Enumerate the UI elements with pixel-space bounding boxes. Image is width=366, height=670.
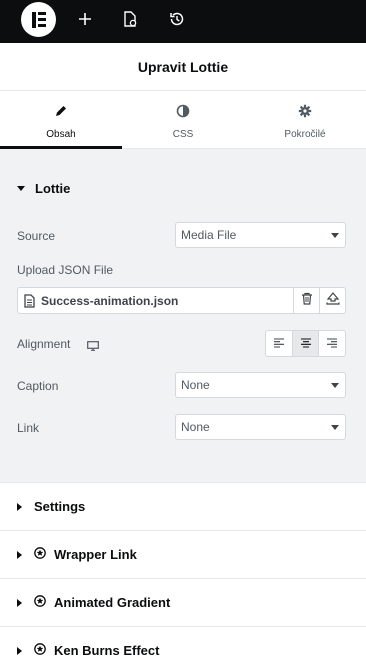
upload-icon <box>325 291 340 310</box>
tab-advanced[interactable]: Pokročilé <box>244 91 366 148</box>
tab-label: CSS <box>172 129 194 140</box>
wrapper-link-section[interactable]: Wrapper Link <box>0 530 366 578</box>
tab-label: Pokročilé <box>284 129 326 140</box>
delete-file-button[interactable] <box>293 288 319 313</box>
caret-right-icon <box>17 550 22 559</box>
lottie-section-toggle[interactable]: Lottie <box>17 181 70 196</box>
pencil-icon <box>54 104 68 123</box>
settings-section[interactable]: Settings <box>0 482 366 530</box>
section-title: Lottie <box>35 181 71 196</box>
caret-right-icon <box>17 598 22 607</box>
caption-label: Caption <box>17 379 59 393</box>
panel-header: Upravit Lottie <box>0 43 366 91</box>
animated-gradient-section[interactable]: Animated Gradient <box>0 578 366 626</box>
align-center-icon <box>300 335 312 353</box>
tab-css[interactable]: CSS <box>122 91 244 148</box>
pro-badge-icon <box>34 547 46 562</box>
desktop-icon[interactable] <box>87 338 99 356</box>
alignment-label: Alignment <box>17 337 71 351</box>
gear-icon <box>298 104 312 123</box>
align-left-button[interactable] <box>266 331 292 356</box>
elementor-logo-icon[interactable] <box>21 2 56 37</box>
align-center-button[interactable] <box>291 331 319 356</box>
section-title: Wrapper Link <box>54 547 137 562</box>
align-right-icon <box>326 335 338 353</box>
pro-badge-icon <box>34 595 46 610</box>
file-icon <box>24 294 35 313</box>
caret-down-icon <box>17 186 25 191</box>
page-settings-icon[interactable] <box>118 8 142 30</box>
alignment-control <box>265 330 346 357</box>
caption-select-value: None <box>181 378 210 392</box>
caption-select[interactable]: None <box>175 372 346 398</box>
file-name: Success-animation.json <box>41 294 179 308</box>
tab-bar: Obsah CSS Pokročilé <box>0 91 366 149</box>
section-title: Ken Burns Effect <box>54 643 160 658</box>
caret-right-icon <box>17 646 22 655</box>
section-title: Animated Gradient <box>54 595 171 610</box>
tab-content[interactable]: Obsah <box>0 91 122 149</box>
chevron-down-icon <box>331 383 339 388</box>
half-circle-icon <box>176 104 190 123</box>
chevron-down-icon <box>331 233 339 238</box>
trash-icon <box>301 292 313 310</box>
top-toolbar <box>0 0 366 43</box>
link-label: Link <box>17 421 40 435</box>
ken-burns-section[interactable]: Ken Burns Effect <box>0 626 366 670</box>
upload-label: Upload JSON File <box>17 263 114 277</box>
align-right-button[interactable] <box>318 331 345 356</box>
panel-title: Upravit Lottie <box>137 58 229 75</box>
caret-right-icon <box>17 502 22 511</box>
source-select-value: Media File <box>181 228 237 242</box>
plus-icon[interactable] <box>73 8 97 30</box>
upload-file-button[interactable] <box>319 288 345 313</box>
chevron-down-icon <box>331 425 339 430</box>
history-icon[interactable] <box>165 8 189 30</box>
link-select-value: None <box>181 420 210 434</box>
upload-file-field[interactable]: Success-animation.json <box>17 287 346 314</box>
align-left-icon <box>273 335 285 353</box>
source-label: Source <box>17 229 56 243</box>
tab-label: Obsah <box>46 129 76 140</box>
link-select[interactable]: None <box>175 414 346 440</box>
pro-badge-icon <box>34 643 46 658</box>
source-select[interactable]: Media File <box>175 222 346 248</box>
section-title: Settings <box>34 499 86 514</box>
